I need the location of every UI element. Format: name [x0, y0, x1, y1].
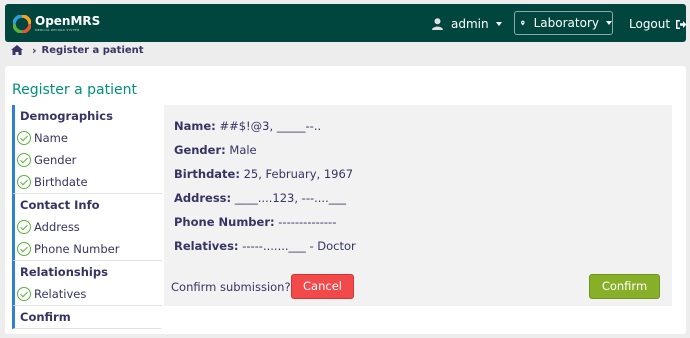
- step-address[interactable]: Address: [17, 216, 162, 238]
- step-birthdate[interactable]: Birthdate: [17, 171, 162, 193]
- top-header: OpenMRS MEDICAL RECORD SYSTEM admin Labo…: [5, 4, 687, 42]
- section-title[interactable]: Confirm: [20, 306, 162, 328]
- map-marker-icon: [521, 20, 525, 26]
- chevron-right-icon: ›: [32, 43, 37, 57]
- confirm-button[interactable]: Confirm: [589, 274, 660, 299]
- section-title[interactable]: Contact Info: [20, 194, 162, 216]
- chevron-down-icon: [606, 21, 612, 25]
- user-menu[interactable]: admin: [432, 17, 502, 31]
- logout-label: Logout: [629, 17, 671, 31]
- cancel-button[interactable]: Cancel: [291, 274, 354, 299]
- check-circle-icon: [17, 175, 31, 189]
- step-relatives[interactable]: Relatives: [17, 283, 162, 305]
- breadcrumb-current: Register a patient: [41, 44, 144, 56]
- location-menu[interactable]: Laboratory: [514, 11, 613, 35]
- check-circle-icon: [17, 242, 31, 256]
- logout-link[interactable]: Logout: [629, 17, 687, 31]
- logo-subtext: MEDICAL RECORD SYSTEM: [35, 28, 80, 32]
- check-circle-icon: [17, 287, 31, 301]
- home-icon[interactable]: [11, 45, 23, 55]
- section-title[interactable]: Demographics: [20, 105, 162, 127]
- confirm-question: Confirm submission?: [171, 280, 291, 294]
- breadcrumb: › Register a patient: [11, 43, 144, 57]
- section-relationships: Relationships Relatives: [12, 261, 162, 306]
- chevron-down-icon: [495, 22, 502, 26]
- check-circle-icon: [17, 153, 31, 167]
- check-circle-icon: [17, 131, 31, 145]
- location-name: Laboratory: [533, 16, 599, 30]
- step-name[interactable]: Name: [17, 127, 162, 149]
- section-contact-info: Contact Info Address Phone Number: [12, 194, 162, 261]
- user-icon: [432, 18, 443, 30]
- step-gender[interactable]: Gender: [17, 149, 162, 171]
- summary-address: Address: ____....123, ---....___: [174, 191, 346, 205]
- sign-out-icon: [676, 19, 687, 29]
- section-demographics: Demographics Name Gender Birthdate: [12, 105, 162, 194]
- step-phone-number[interactable]: Phone Number: [17, 238, 162, 260]
- check-circle-icon: [17, 220, 31, 234]
- user-name: admin: [451, 17, 489, 31]
- section-title[interactable]: Relationships: [20, 261, 162, 283]
- registration-steps: Demographics Name Gender Birthdate Conta…: [12, 105, 162, 329]
- logo-text: OpenMRS MEDICAL RECORD SYSTEM: [35, 14, 101, 33]
- summary-phone: Phone Number: --------------: [174, 215, 337, 229]
- section-confirm: Confirm: [12, 306, 162, 329]
- page-title: Register a patient: [12, 82, 137, 98]
- summary-gender: Gender: Male: [174, 143, 257, 157]
- openmrs-logo-icon: [13, 15, 31, 33]
- summary-birthdate: Birthdate: 25, February, 1967: [174, 167, 354, 181]
- openmrs-logo[interactable]: OpenMRS MEDICAL RECORD SYSTEM: [13, 15, 100, 33]
- confirmation-summary: Name: ##$!@3, _____--.. Gender: Male Bir…: [164, 105, 672, 306]
- summary-relatives: Relatives: -----.......___ - Doctor: [174, 239, 356, 253]
- summary-name: Name: ##$!@3, _____--..: [174, 119, 322, 133]
